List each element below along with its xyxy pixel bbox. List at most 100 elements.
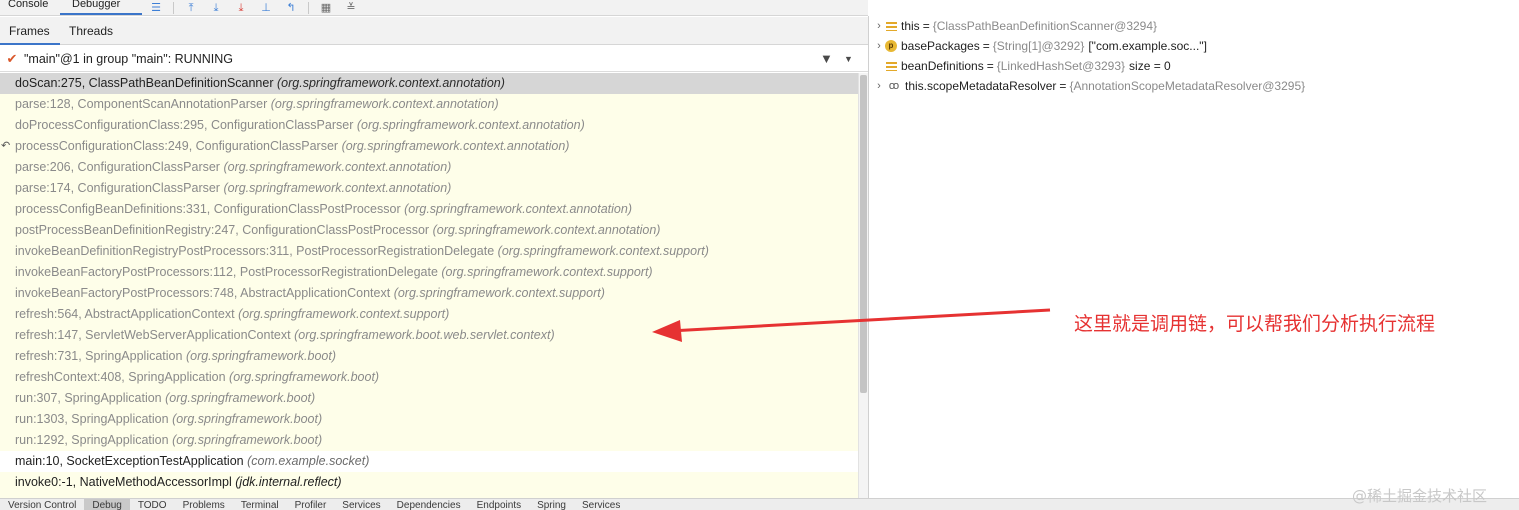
variable-name: this (901, 19, 920, 33)
frame-row[interactable]: parse:206, ConfigurationClassParser (org… (0, 157, 858, 178)
frame-package: (org.springframework.boot) (165, 391, 316, 405)
run-to-cursor-icon[interactable]: ↰ (283, 2, 299, 14)
frame-method: invokeBeanDefinitionRegistryPostProcesso… (15, 244, 495, 258)
variable-value: {String[1]@3292} (992, 39, 1085, 53)
menu-lines-icon[interactable]: ☰ (148, 2, 164, 14)
frame-row[interactable]: doProcessConfigurationClass:295, Configu… (0, 115, 858, 136)
drop-frame-icon[interactable]: ↶ (1, 136, 10, 157)
frame-package: (org.springframework.context.annotation) (404, 202, 632, 216)
tool-profiler[interactable]: Profiler (287, 499, 335, 510)
frame-method: run:307, SpringApplication (15, 391, 162, 405)
frame-row[interactable]: invokeBeanDefinitionRegistryPostProcesso… (0, 241, 858, 262)
frame-method: parse:206, ConfigurationClassParser (15, 160, 220, 174)
frame-package: (org.springframework.boot.web.servlet.co… (294, 328, 555, 342)
filter-icon[interactable]: ▼ (820, 51, 834, 66)
frame-method: refresh:564, AbstractApplicationContext (15, 307, 235, 321)
frame-method: doScan:275, ClassPathBeanDefinitionScann… (15, 76, 274, 90)
variable-row[interactable]: beanDefinitions = {LinkedHashSet@3293} siz… (869, 56, 1519, 76)
frame-method: doProcessConfigurationClass:295, Configu… (15, 118, 354, 132)
frame-method: invoke0:-1, NativeMethodAccessorImpl (15, 475, 232, 489)
frame-package: (org.springframework.context.annotation) (223, 181, 452, 195)
frame-package: (org.springframework.boot) (172, 433, 323, 447)
frame-row[interactable]: postProcessBeanDefinitionRegistry:247, C… (0, 220, 858, 241)
watch-icon: oo (888, 80, 899, 92)
field-icon (885, 21, 897, 32)
arrow-shaft (669, 308, 1051, 333)
thread-selector[interactable]: ✔ "main"@1 in group "main": RUNNING ▼ ▼ (0, 46, 868, 72)
frame-package: (org.springframework.context.support) (441, 265, 653, 279)
frame-method: processConfigurationClass:249, Configura… (15, 139, 339, 153)
tool-todo[interactable]: TODO (130, 499, 175, 510)
frame-package: (org.springframework.boot) (229, 370, 380, 384)
frames-scrollbar[interactable] (858, 73, 868, 498)
frame-row[interactable]: run:1303, SpringApplication (org.springf… (0, 409, 858, 430)
tool-terminal[interactable]: Terminal (233, 499, 287, 510)
tab-frames[interactable]: Frames (0, 17, 60, 45)
frame-row[interactable]: invoke0:-1, NativeMethodAccessorImpl (jd… (0, 472, 858, 493)
frame-row[interactable]: doScan:275, ClassPathBeanDefinitionScann… (0, 73, 858, 94)
toolbar-icons: ☰ ⤒ ⤓ ⤓ ⊥ ↰ ▦ ≚ (148, 1, 359, 15)
variables-panel: › this = {ClassPathBeanDefinitionScanner@3… (869, 16, 1519, 498)
chevron-right-icon[interactable]: › (869, 16, 885, 36)
tool-spring[interactable]: Spring (529, 499, 574, 510)
frame-package: (org.springframework.boot) (172, 412, 323, 426)
tool-services-2[interactable]: Services (574, 499, 628, 510)
tool-dependencies[interactable]: Dependencies (389, 499, 469, 510)
frame-method: postProcessBeanDefinitionRegistry:247, C… (15, 223, 430, 237)
frame-package: (org.springframework.context.support) (393, 286, 605, 300)
chevron-right-icon[interactable]: › (869, 76, 885, 96)
step-into-icon[interactable]: ⤓ (233, 2, 249, 14)
tool-debug[interactable]: Debug (84, 499, 130, 510)
step-over-icon[interactable]: ⤓ (208, 2, 224, 14)
field-icon (885, 61, 897, 72)
variable-row[interactable]: › oo this.scopeMetadataResolver = {Annotat… (869, 76, 1519, 96)
frame-package: (org.springframework.context.annotation) (270, 97, 499, 111)
frames-list: doScan:275, ClassPathBeanDefinitionScann… (0, 73, 858, 498)
frame-method: run:1292, SpringApplication (15, 433, 169, 447)
tool-version-control[interactable]: Version Control (0, 499, 84, 510)
table-icon[interactable]: ▦ (318, 2, 334, 14)
tool-services[interactable]: Services (334, 499, 388, 510)
frame-row[interactable]: parse:128, ComponentScanAnnotationParser… (0, 94, 858, 115)
frame-method: refreshContext:408, SpringApplication (15, 370, 226, 384)
frame-row[interactable]: refreshContext:408, SpringApplication (o… (0, 367, 858, 388)
frame-row[interactable]: main:10, SocketExceptionTestApplication … (0, 451, 858, 472)
tool-problems[interactable]: Problems (175, 499, 233, 510)
chevron-down-icon[interactable]: ▼ (844, 54, 856, 64)
tab-debugger[interactable]: Debugger (60, 0, 142, 15)
chevron-right-icon[interactable]: › (869, 36, 885, 56)
variable-row[interactable]: › p basePackages = {String[1]@3292} ["com.e… (869, 36, 1519, 56)
frame-method: invokeBeanFactoryPostProcessors:748, Abs… (15, 286, 391, 300)
annotation-text: 这里就是调用链，可以帮我们分析执行流程 (1074, 313, 1436, 335)
settings-icon[interactable]: ≚ (343, 2, 359, 14)
frame-row[interactable]: parse:174, ConfigurationClassParser (org… (0, 178, 858, 199)
show-execution-point-icon[interactable]: ⤒ (183, 2, 199, 14)
frame-package: (org.springframework.context.support) (497, 244, 709, 258)
thread-label: "main"@1 in group "main": RUNNING (24, 51, 233, 66)
frame-method: processConfigBeanDefinitions:331, Config… (15, 202, 401, 216)
frame-row[interactable]: ↶ processConfigurationClass:249, Configur… (0, 136, 858, 157)
checkmark-icon: ✔ (6, 50, 18, 66)
frame-method: run:1303, SpringApplication (15, 412, 169, 426)
frame-package: (org.springframework.context.annotation) (341, 139, 570, 153)
toolbar-separator (308, 2, 309, 14)
variable-value: {ClassPathBeanDefinitionScanner@3294} (932, 19, 1158, 33)
frame-row[interactable]: run:307, SpringApplication (org.springfr… (0, 388, 858, 409)
frame-package: (org.springframework.context.annotation) (223, 160, 452, 174)
frame-row[interactable]: invokeBeanFactoryPostProcessors:112, Pos… (0, 262, 858, 283)
frame-row[interactable]: processConfigBeanDefinitions:331, Config… (0, 199, 858, 220)
frame-row[interactable]: run:1292, SpringApplication (org.springf… (0, 430, 858, 451)
frame-method: invokeBeanFactoryPostProcessors:112, Pos… (15, 265, 438, 279)
tab-console[interactable]: Console (0, 0, 60, 15)
frame-package: (org.springframework.context.annotation) (277, 76, 505, 90)
variable-row[interactable]: › this = {ClassPathBeanDefinitionScanner@3… (869, 16, 1519, 36)
tool-endpoints[interactable]: Endpoints (469, 499, 529, 510)
debug-toolbar: Console Debugger ☰ ⤒ ⤓ ⤓ ⊥ ↰ ▦ ≚ (0, 0, 868, 16)
parameter-icon: p (885, 40, 897, 52)
variable-name: basePackages (901, 39, 980, 53)
watermark: @稀土掘金技术社区 (1352, 487, 1488, 505)
tab-threads[interactable]: Threads (60, 17, 122, 45)
frame-package: (com.example.socket) (247, 454, 370, 468)
frame-method: parse:174, ConfigurationClassParser (15, 181, 220, 195)
step-out-icon[interactable]: ⊥ (258, 2, 274, 14)
